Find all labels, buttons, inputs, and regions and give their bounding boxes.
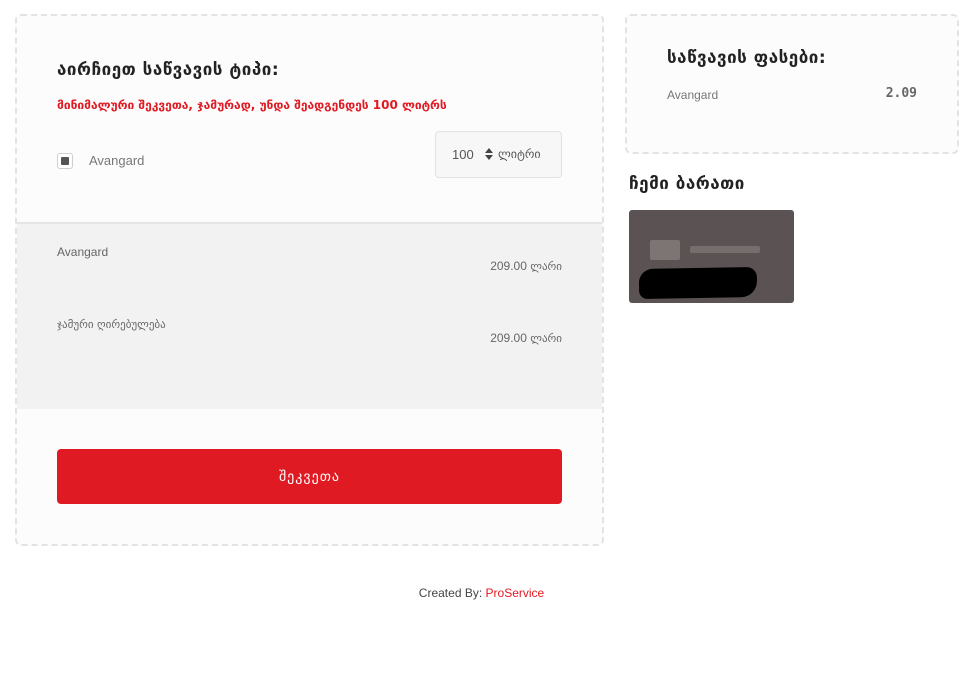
card-redaction [638,266,758,300]
summary-item-label: Avangard [57,245,109,259]
price-item-value: 2.09 [885,86,917,101]
quantity-value[interactable]: 100 [452,147,474,162]
summary-item-amount-value: 209.00 [490,259,527,273]
summary-total-amount-value: 209.00 [490,331,527,345]
price-item-name: Avangard [667,88,719,102]
card-chip-icon [650,240,680,260]
order-summary: Avangard 209.00 ლარი ჯამური ღირებულება 2… [17,224,602,409]
prices-panel: საწვავის ფასები: Avangard 2.09 [625,14,959,154]
prices-title: საწვავის ფასები: [667,48,827,68]
checkbox-checked-icon [61,157,69,165]
fuel-checkbox[interactable] [57,153,73,169]
order-title: აირჩიეთ საწვავის ტიპი: [57,60,280,80]
summary-item-amount: 209.00 ლარი [490,259,562,273]
order-panel: აირჩიეთ საწვავის ტიპი: მინიმალური შეკვეთ… [15,14,604,546]
footer-link[interactable]: ProService [486,586,545,600]
card-title: ჩემი ბარათი [629,174,745,194]
summary-total-currency: ლარი [530,332,562,345]
summary-total-label: ჯამური ღირებულება [57,318,166,331]
fuel-option-label: Avangard [89,153,145,168]
summary-total-amount: 209.00 ლარი [490,331,562,345]
card-widget[interactable] [629,210,794,303]
footer: Created By: ProService [0,586,963,600]
min-order-note: მინიმალური შეკვეთა, ჯამურად, უნდა შეადგე… [57,98,447,112]
order-button[interactable]: შეკვეთა [57,449,562,504]
quantity-unit: ლიტრი [498,147,541,161]
footer-prefix: Created By: [418,586,483,600]
spinner-arrows-icon[interactable] [484,147,494,161]
summary-item-currency: ლარი [530,260,562,273]
card-name-placeholder [690,246,760,253]
quantity-input[interactable]: 100 ლიტრი [435,131,562,178]
